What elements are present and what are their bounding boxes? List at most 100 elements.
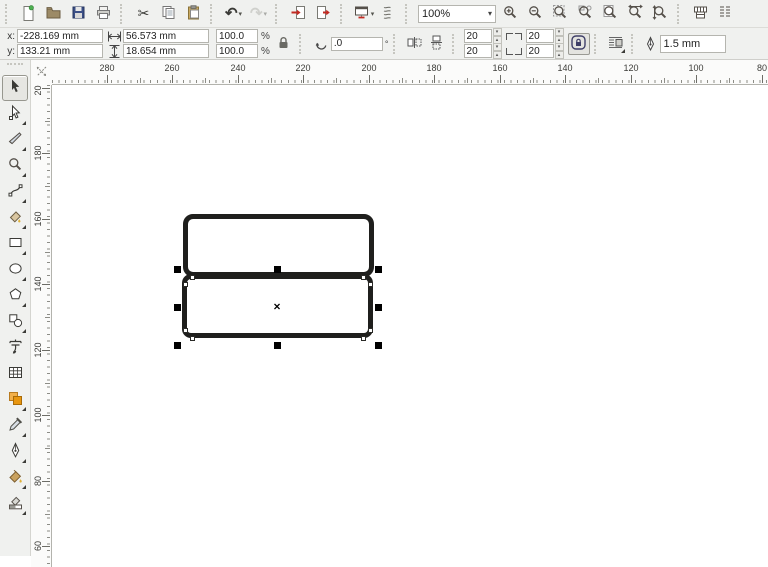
corner-bl-spinner[interactable]: ▾▴ xyxy=(493,43,502,59)
y-position-field[interactable] xyxy=(17,44,103,58)
corner-radius-bottom-right-field[interactable] xyxy=(526,44,554,58)
outline-width-combo[interactable]: 1.5 mm xyxy=(660,35,726,53)
flyout-indicator[interactable] xyxy=(22,485,26,489)
polygon-tool[interactable] xyxy=(2,283,28,309)
corner-radius-top-right-field[interactable] xyxy=(526,29,554,43)
blend-tool[interactable] xyxy=(2,387,28,413)
flyout-indicator[interactable] xyxy=(22,277,26,281)
ruler-origin[interactable] xyxy=(31,60,52,85)
flyout-indicator[interactable] xyxy=(22,303,26,307)
x-position-field[interactable] xyxy=(17,29,103,43)
corner-node[interactable] xyxy=(190,275,195,280)
color-eyedropper-tool[interactable] xyxy=(2,413,28,439)
flyout-indicator[interactable] xyxy=(22,147,26,151)
zoom-in-button[interactable] xyxy=(498,2,523,26)
undo-button[interactable]: ↶▾ xyxy=(221,2,246,26)
new-document-button[interactable] xyxy=(16,2,41,26)
outline-pen-tool[interactable] xyxy=(2,439,28,465)
corner-radius-top-left-field[interactable] xyxy=(464,29,492,43)
selection-handle[interactable] xyxy=(174,304,181,311)
corner-node[interactable] xyxy=(361,336,366,341)
copy-button[interactable] xyxy=(156,2,181,26)
print-document-button[interactable] xyxy=(91,2,116,26)
smart-fill-tool[interactable] xyxy=(2,205,28,231)
corner-node[interactable] xyxy=(361,275,366,280)
interactive-fill-tool[interactable] xyxy=(2,491,28,517)
export-button[interactable] xyxy=(311,2,336,26)
rectangle-tool[interactable] xyxy=(2,231,28,257)
zoom-out-button[interactable] xyxy=(523,2,548,26)
zoom-to-page-height-button[interactable] xyxy=(648,2,673,26)
wrap-text-button[interactable] xyxy=(605,33,627,55)
corner-br-spinner[interactable]: ▾▴ xyxy=(555,43,564,59)
show-dockers-window-button[interactable] xyxy=(688,2,713,26)
scale-horizontal-field[interactable] xyxy=(216,29,258,43)
corner-node[interactable] xyxy=(368,282,373,287)
selection-handle[interactable] xyxy=(375,304,382,311)
zoom-to-all-objects-button[interactable] xyxy=(573,2,598,26)
mirror-vertical-button[interactable] xyxy=(426,33,448,55)
paste-button[interactable] xyxy=(181,2,206,26)
flyout-indicator[interactable] xyxy=(22,225,26,229)
shape-tool[interactable] xyxy=(2,101,28,127)
zoom-to-selection-button[interactable] xyxy=(548,2,573,26)
toolbox-grip[interactable] xyxy=(7,63,23,70)
flyout-indicator[interactable] xyxy=(22,433,26,437)
selection-handle[interactable] xyxy=(375,266,382,273)
flyout-indicator[interactable] xyxy=(22,329,26,333)
corner-tl-spinner[interactable]: ▾▴ xyxy=(493,28,502,44)
selection-center-marker[interactable]: × xyxy=(273,301,280,313)
basic-shapes-tool[interactable] xyxy=(2,309,28,335)
zoom-level-dropdown-arrow[interactable]: ▾ xyxy=(488,9,492,18)
rotation-angle-field[interactable] xyxy=(331,37,383,51)
mirror-horizontal-button[interactable] xyxy=(404,33,426,55)
options-clipped-button[interactable] xyxy=(713,2,738,26)
lock-ratio-button[interactable] xyxy=(273,33,295,55)
zoom-level-combo[interactable]: 100%▾ xyxy=(418,5,496,23)
zoom-to-page-button[interactable] xyxy=(598,2,623,26)
application-launcher-button[interactable]: ▾ xyxy=(351,2,376,26)
undo-dropdown-arrow[interactable]: ▾ xyxy=(239,10,243,18)
vertical-ruler[interactable]: 2001801601401201008060 xyxy=(31,85,52,567)
horizontal-ruler[interactable]: 28026024022020018016014012010080 xyxy=(52,60,768,85)
object-height-field[interactable] xyxy=(123,44,209,58)
scale-vertical-field[interactable] xyxy=(216,44,258,58)
snap-options-button[interactable] xyxy=(376,2,401,26)
edit-corners-together-button[interactable] xyxy=(568,33,590,55)
flyout-indicator[interactable] xyxy=(22,511,26,515)
redo-dropdown-arrow[interactable]: ▾ xyxy=(264,10,268,18)
ellipse-tool[interactable] xyxy=(2,257,28,283)
flyout-indicator[interactable] xyxy=(22,199,26,203)
corner-radius-bottom-left-field[interactable] xyxy=(464,44,492,58)
flyout-indicator[interactable] xyxy=(22,459,26,463)
corner-node[interactable] xyxy=(183,282,188,287)
selection-handle[interactable] xyxy=(375,342,382,349)
crop-tool[interactable] xyxy=(2,127,28,153)
pick-tool[interactable] xyxy=(2,75,28,101)
object-width-field[interactable] xyxy=(123,29,209,43)
corner-node[interactable] xyxy=(368,328,373,333)
fill-tool[interactable] xyxy=(2,465,28,491)
cut-button[interactable]: ✂ xyxy=(131,2,156,26)
selection-handle[interactable] xyxy=(274,266,281,273)
flyout-indicator[interactable] xyxy=(22,407,26,411)
save-document-button[interactable] xyxy=(66,2,91,26)
table-tool[interactable] xyxy=(2,361,28,387)
corner-node[interactable] xyxy=(183,328,188,333)
flyout-indicator[interactable] xyxy=(22,251,26,255)
open-document-button[interactable] xyxy=(41,2,66,26)
zoom-tool[interactable] xyxy=(2,153,28,179)
flyout-indicator[interactable] xyxy=(22,173,26,177)
flyout-indicator[interactable] xyxy=(22,121,26,125)
selection-handle[interactable] xyxy=(174,266,181,273)
selection-handle[interactable] xyxy=(274,342,281,349)
redo-button[interactable]: ↷▾ xyxy=(246,2,271,26)
freehand-tool[interactable] xyxy=(2,179,28,205)
zoom-to-page-width-button[interactable] xyxy=(623,2,648,26)
drawing-canvas[interactable]: × xyxy=(52,85,768,567)
application-launcher-dropdown-arrow[interactable]: ▾ xyxy=(371,10,375,18)
selection-handle[interactable] xyxy=(174,342,181,349)
text-tool[interactable] xyxy=(2,335,28,361)
import-button[interactable] xyxy=(286,2,311,26)
corner-node[interactable] xyxy=(190,336,195,341)
